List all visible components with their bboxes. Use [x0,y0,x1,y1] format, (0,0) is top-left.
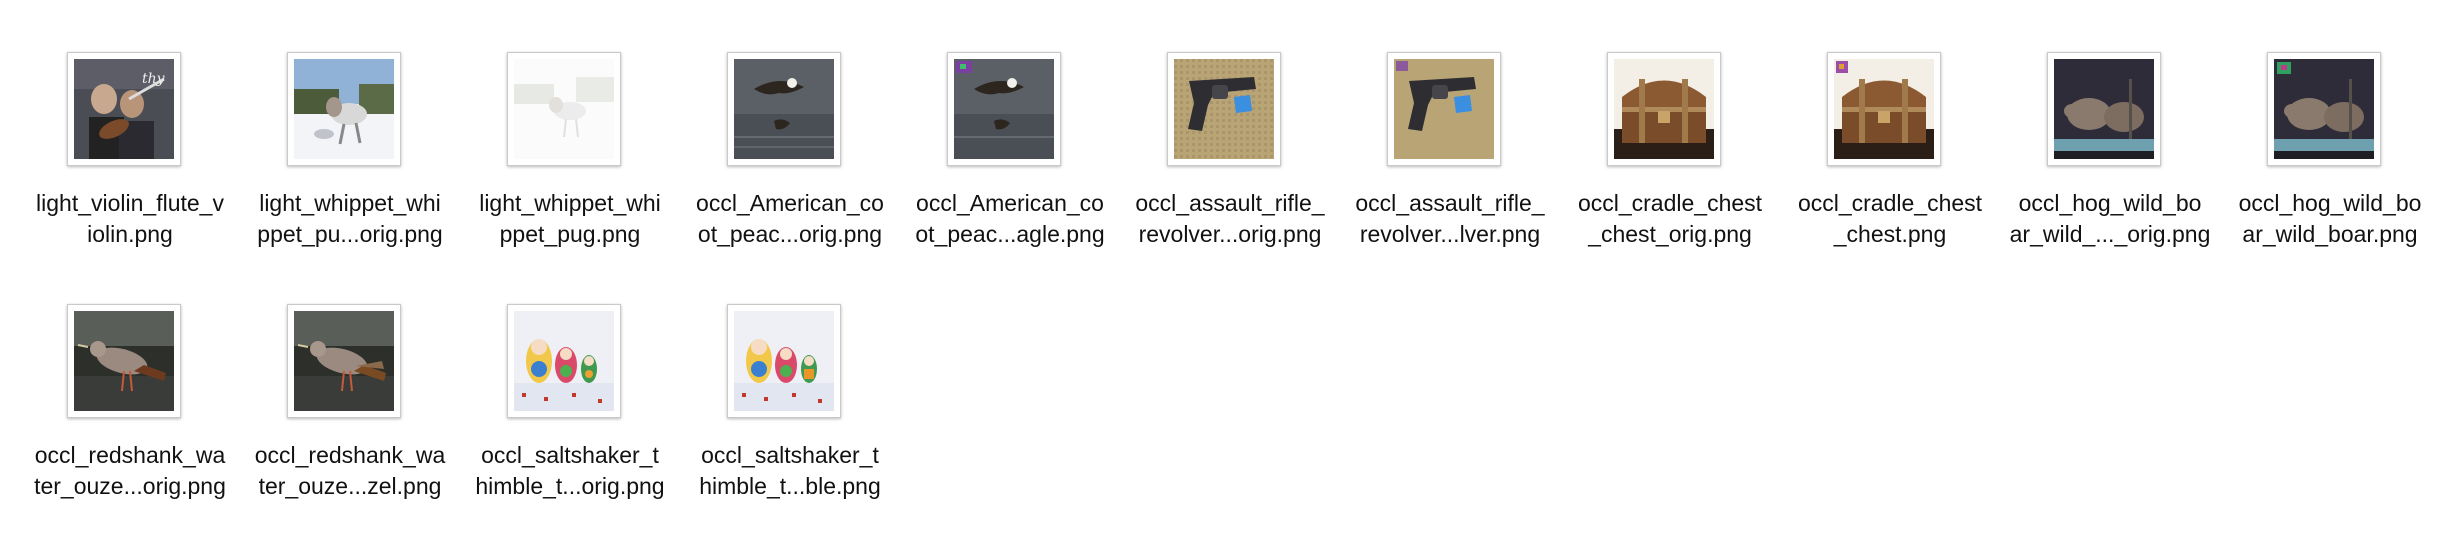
whippet-snow-photo-icon[interactable] [287,52,401,166]
file-name-label: light_whippet_whi ppet_pug.png [479,190,661,247]
file-item[interactable]: occl_American_co ot_peac...orig.png [680,0,900,247]
eagle-water-patch-photo-icon[interactable] [947,52,1061,166]
file-name-label: occl_cradle_chest _chest_orig.png [1577,190,1763,247]
revolver-patch-photo-icon[interactable] [1387,52,1501,166]
nesting-dolls-patch-photo-icon[interactable] [727,304,841,418]
treasure-chest-photo-icon[interactable] [1607,52,1721,166]
violin-flute-photo-icon[interactable]: thy [67,52,181,166]
file-item[interactable]: occl_cradle_chest _chest.png [1780,0,2000,247]
redshank-bird-photo-icon[interactable] [67,304,181,418]
file-item[interactable]: occl_saltshaker_t himble_t...orig.png [460,252,680,499]
file-icon-grid: thy light_violin_flute_v iolin.png light… [0,0,2452,550]
file-item[interactable]: occl_redshank_wa ter_ouze...zel.png [240,252,460,499]
file-name-label: occl_American_co ot_peac...agle.png [915,190,1105,247]
wild-boar-patch-photo-icon[interactable] [2267,52,2381,166]
file-item[interactable]: occl_assault_rifle_ revolver...orig.png [1120,0,1340,247]
file-name-label: occl_hog_wild_bo ar_wild_..._orig.png [2009,190,2211,247]
treasure-chest-patch-photo-icon[interactable] [1827,52,1941,166]
file-item[interactable]: occl_American_co ot_peac...agle.png [900,0,1120,247]
file-name-label: occl_redshank_wa ter_ouze...orig.png [34,442,226,499]
file-item[interactable]: light_whippet_whi ppet_pu...orig.png [240,0,460,247]
file-name-label: occl_saltshaker_t himble_t...ble.png [699,442,881,499]
whippet-faded-photo-icon[interactable] [507,52,621,166]
svg-text:thy: thy [142,71,166,87]
file-name-label: occl_cradle_chest _chest.png [1797,190,1983,247]
file-name-label: occl_assault_rifle_ revolver...lver.png [1355,190,1545,247]
file-name-label: occl_saltshaker_t himble_t...orig.png [475,442,665,499]
redshank-bird-patch-photo-icon[interactable] [287,304,401,418]
revolver-photo-icon[interactable] [1167,52,1281,166]
wild-boar-photo-icon[interactable] [2047,52,2161,166]
file-name-label: occl_assault_rifle_ revolver...orig.png [1135,190,1325,247]
file-item[interactable]: thy light_violin_flute_v iolin.png [20,0,240,247]
file-item[interactable]: occl_hog_wild_bo ar_wild_boar.png [2220,0,2440,247]
file-item[interactable]: occl_assault_rifle_ revolver...lver.png [1340,0,1560,247]
file-name-label: occl_hog_wild_bo ar_wild_boar.png [2238,190,2422,247]
file-item[interactable]: light_whippet_whi ppet_pug.png [460,0,680,247]
file-name-label: occl_American_co ot_peac...orig.png [696,190,884,247]
nesting-dolls-photo-icon[interactable] [507,304,621,418]
file-item[interactable]: occl_hog_wild_bo ar_wild_..._orig.png [2000,0,2220,247]
file-item[interactable]: occl_cradle_chest _chest_orig.png [1560,0,1780,247]
file-name-label: light_violin_flute_v iolin.png [36,190,224,247]
file-item[interactable]: occl_redshank_wa ter_ouze...orig.png [20,252,240,499]
file-name-label: light_whippet_whi ppet_pu...orig.png [257,190,443,247]
file-name-label: occl_redshank_wa ter_ouze...zel.png [254,442,446,499]
file-item[interactable]: occl_saltshaker_t himble_t...ble.png [680,252,900,499]
eagle-water-photo-icon[interactable] [727,52,841,166]
